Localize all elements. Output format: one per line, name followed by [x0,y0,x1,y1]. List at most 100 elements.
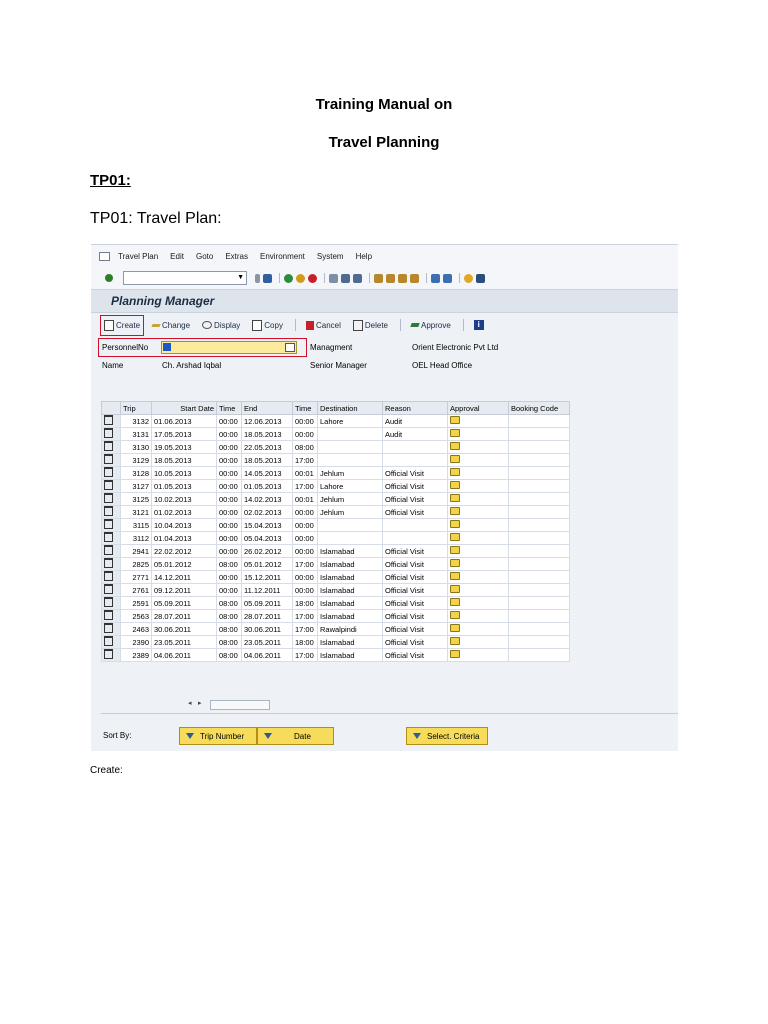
cell-start-time[interactable]: 00:00 [216,531,242,545]
cell-approval[interactable] [447,505,509,519]
cell-approval[interactable] [447,466,509,480]
cell-reason[interactable]: Official Visit [382,596,448,610]
cell-end-time[interactable]: 00:00 [292,518,318,532]
cell-destination[interactable]: Islamabad [317,596,383,610]
row-selector[interactable] [101,622,121,636]
first-page-icon[interactable] [374,273,383,283]
cell-end-time[interactable]: 00:01 [292,492,318,506]
cell-start-time[interactable]: 08:00 [216,557,242,571]
cell-end-time[interactable]: 00:00 [292,570,318,584]
cell-reason[interactable]: Official Visit [382,583,448,597]
cell-start-date[interactable]: 04.06.2011 [151,648,217,662]
cell-start-date[interactable]: 05.01.2012 [151,557,217,571]
cell-start-date[interactable]: 01.05.2013 [151,479,217,493]
cell-destination[interactable]: Rawalpindi [317,622,383,636]
table-row[interactable]: 3128 10.05.2013 00:00 14.05.2013 00:01 Jehlum… [101,466,570,480]
cell-start-date[interactable]: 10.02.2013 [151,492,217,506]
cell-booking-code[interactable] [508,479,570,493]
cell-trip[interactable]: 3130 [120,440,152,454]
copy-button[interactable]: Copy [252,319,283,331]
cell-approval[interactable] [447,622,509,636]
menu-system[interactable]: System [317,252,344,261]
cell-start-time[interactable]: 08:00 [216,596,242,610]
cell-start-time[interactable]: 00:00 [216,479,242,493]
cell-destination[interactable]: Lahore [317,479,383,493]
row-selector[interactable] [101,570,121,584]
cell-start-date[interactable]: 10.04.2013 [151,518,217,532]
col-end-time[interactable]: Time [292,401,318,415]
table-row[interactable]: 3125 10.02.2013 00:00 14.02.2013 00:01 Jehlum… [101,492,570,506]
cell-start-date[interactable]: 22.02.2012 [151,544,217,558]
table-row[interactable]: 2591 05.09.2011 08:00 05.09.2011 18:00 Islama… [101,596,570,610]
row-selector[interactable] [101,596,121,610]
cell-end-date[interactable]: 14.02.2013 [241,492,293,506]
select-all-header[interactable] [101,401,121,415]
find-next-icon[interactable] [353,273,362,283]
cell-booking-code[interactable] [508,505,570,519]
cell-approval[interactable] [447,531,509,545]
cell-trip[interactable]: 3121 [120,505,152,519]
row-selector[interactable] [101,648,121,662]
cell-end-time[interactable]: 17:00 [292,648,318,662]
cell-booking-code[interactable] [508,518,570,532]
cell-booking-code[interactable] [508,648,570,662]
cell-start-date[interactable]: 01.02.2013 [151,505,217,519]
cell-start-time[interactable]: 00:00 [216,583,242,597]
approval-status-icon[interactable] [450,624,460,632]
cell-end-date[interactable]: 26.02.2012 [241,544,293,558]
cell-booking-code[interactable] [508,557,570,571]
delete-button[interactable]: Delete [352,319,388,331]
cell-start-time[interactable]: 00:00 [216,453,242,467]
cell-start-time[interactable]: 00:00 [216,505,242,519]
menu-extras[interactable]: Extras [225,252,248,261]
cell-booking-code[interactable] [508,570,570,584]
cell-booking-code[interactable] [508,414,570,428]
cell-approval[interactable] [447,583,509,597]
row-selector[interactable] [101,518,121,532]
cell-start-date[interactable]: 30.06.2011 [151,622,217,636]
cell-booking-code[interactable] [508,440,570,454]
cell-approval[interactable] [447,440,509,454]
cell-end-date[interactable]: 02.02.2013 [241,505,293,519]
approval-status-icon[interactable] [450,481,460,489]
approval-status-icon[interactable] [450,455,460,463]
cell-approval[interactable] [447,544,509,558]
cell-trip[interactable]: 2761 [120,583,152,597]
cell-approval[interactable] [447,596,509,610]
find-icon[interactable] [341,273,350,283]
cell-reason[interactable]: Official Visit [382,557,448,571]
row-selector[interactable] [101,479,121,493]
table-row[interactable]: 2825 05.01.2012 08:00 05.01.2012 17:00 Islama… [101,557,570,571]
row-selector[interactable] [101,453,121,467]
row-selector[interactable] [101,609,121,623]
cell-approval[interactable] [447,427,509,441]
shortcut-icon[interactable] [443,273,452,283]
cell-trip[interactable]: 2563 [120,609,152,623]
cell-destination[interactable]: Islamabad [317,635,383,649]
cell-start-date[interactable]: 19.05.2013 [151,440,217,454]
menu-edit[interactable]: Edit [170,252,184,261]
row-selector[interactable] [101,492,121,506]
cell-trip[interactable]: 2591 [120,596,152,610]
info-icon[interactable]: i [473,320,484,330]
cell-trip[interactable]: 3115 [120,518,152,532]
cell-reason[interactable]: Official Visit [382,505,448,519]
table-row[interactable]: 3129 18.05.2013 00:00 18.05.2013 17:00 [101,453,570,467]
cell-reason[interactable]: Official Visit [382,609,448,623]
table-row[interactable]: 2389 04.06.2011 08:00 04.06.2011 17:00 Islama… [101,648,570,662]
cell-start-time[interactable]: 00:00 [216,544,242,558]
cell-trip[interactable]: 3129 [120,453,152,467]
cell-start-time[interactable]: 08:00 [216,609,242,623]
cell-booking-code[interactable] [508,427,570,441]
cell-trip[interactable]: 3125 [120,492,152,506]
cell-approval[interactable] [447,453,509,467]
cell-end-time[interactable]: 17:00 [292,622,318,636]
cell-trip[interactable]: 3128 [120,466,152,480]
cell-start-time[interactable]: 00:00 [216,440,242,454]
value-help-icon[interactable] [285,343,295,352]
command-field[interactable]: ▼ [123,271,247,285]
approval-status-icon[interactable] [450,429,460,437]
cell-reason[interactable] [382,531,448,545]
cell-reason[interactable] [382,453,448,467]
cell-end-date[interactable]: 15.04.2013 [241,518,293,532]
